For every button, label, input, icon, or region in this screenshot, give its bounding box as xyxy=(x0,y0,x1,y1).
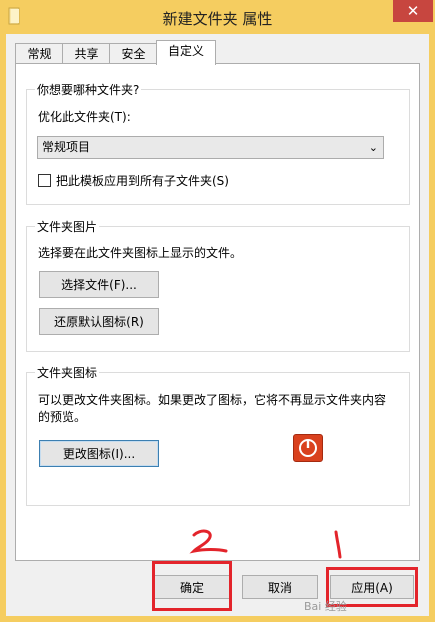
choose-file-button[interactable]: 选择文件(F)... xyxy=(39,271,159,298)
icons-description-line2: 的预览。 xyxy=(38,410,87,424)
folder-type-group: 你想要哪种文件夹? 优化此文件夹(T): 常规项目 ⌄ 把此模板应用到所有子文件… xyxy=(26,81,410,205)
title-bar[interactable]: 新建文件夹 属性 ✕ xyxy=(0,0,435,34)
customize-tab-panel: 你想要哪种文件夹? 优化此文件夹(T): 常规项目 ⌄ 把此模板应用到所有子文件… xyxy=(15,63,420,561)
window-title: 新建文件夹 属性 xyxy=(162,10,273,28)
apply-template-label[interactable]: 把此模板应用到所有子文件夹(S) xyxy=(56,172,229,189)
properties-window: 新建文件夹 属性 ✕ 常规 共享 安全 自定义 你想要哪种文件夹? 优化此文件夹… xyxy=(0,0,435,622)
tab-security[interactable]: 安全 xyxy=(109,43,158,64)
change-icon-button[interactable]: 更改图标(I)... xyxy=(39,440,159,467)
optimize-label: 优化此文件夹(T): xyxy=(38,110,131,124)
ok-highlight-box xyxy=(152,561,232,611)
folder-icons-group-title: 文件夹图标 xyxy=(35,364,100,381)
folder-icons-group: 文件夹图标 可以更改文件夹图标。如果更改了图标，它将不再显示文件夹内容 的预览。… xyxy=(26,364,410,506)
power-icon xyxy=(293,434,323,462)
tab-sharing[interactable]: 共享 xyxy=(62,43,111,64)
apply-template-checkbox[interactable] xyxy=(38,174,51,187)
restore-default-button[interactable]: 还原默认图标(R) xyxy=(39,308,159,335)
close-button[interactable]: ✕ xyxy=(393,0,433,22)
folder-pictures-group: 文件夹图片 选择要在此文件夹图标上显示的文件。 选择文件(F)... 还原默认图… xyxy=(26,218,410,352)
optimize-folder-select[interactable]: 常规项目 ⌄ xyxy=(37,136,384,159)
folder-pictures-group-title: 文件夹图片 xyxy=(35,218,100,235)
tab-general[interactable]: 常规 xyxy=(15,43,64,64)
pictures-description: 选择要在此文件夹图标上显示的文件。 xyxy=(38,246,243,260)
cancel-button[interactable]: 取消 xyxy=(242,575,318,599)
folder-type-group-title: 你想要哪种文件夹? xyxy=(35,81,142,98)
annotation-number-1 xyxy=(334,530,342,559)
annotation-number-2 xyxy=(189,529,228,554)
tab-customize[interactable]: 自定义 xyxy=(156,40,216,65)
icons-description-line1: 可以更改文件夹图标。如果更改了图标，它将不再显示文件夹内容 xyxy=(38,393,387,407)
chevron-down-icon: ⌄ xyxy=(368,141,378,154)
power-symbol-icon xyxy=(299,439,317,457)
watermark: Bai 经验 xyxy=(304,600,347,613)
optimize-select-value: 常规项目 xyxy=(42,140,91,154)
